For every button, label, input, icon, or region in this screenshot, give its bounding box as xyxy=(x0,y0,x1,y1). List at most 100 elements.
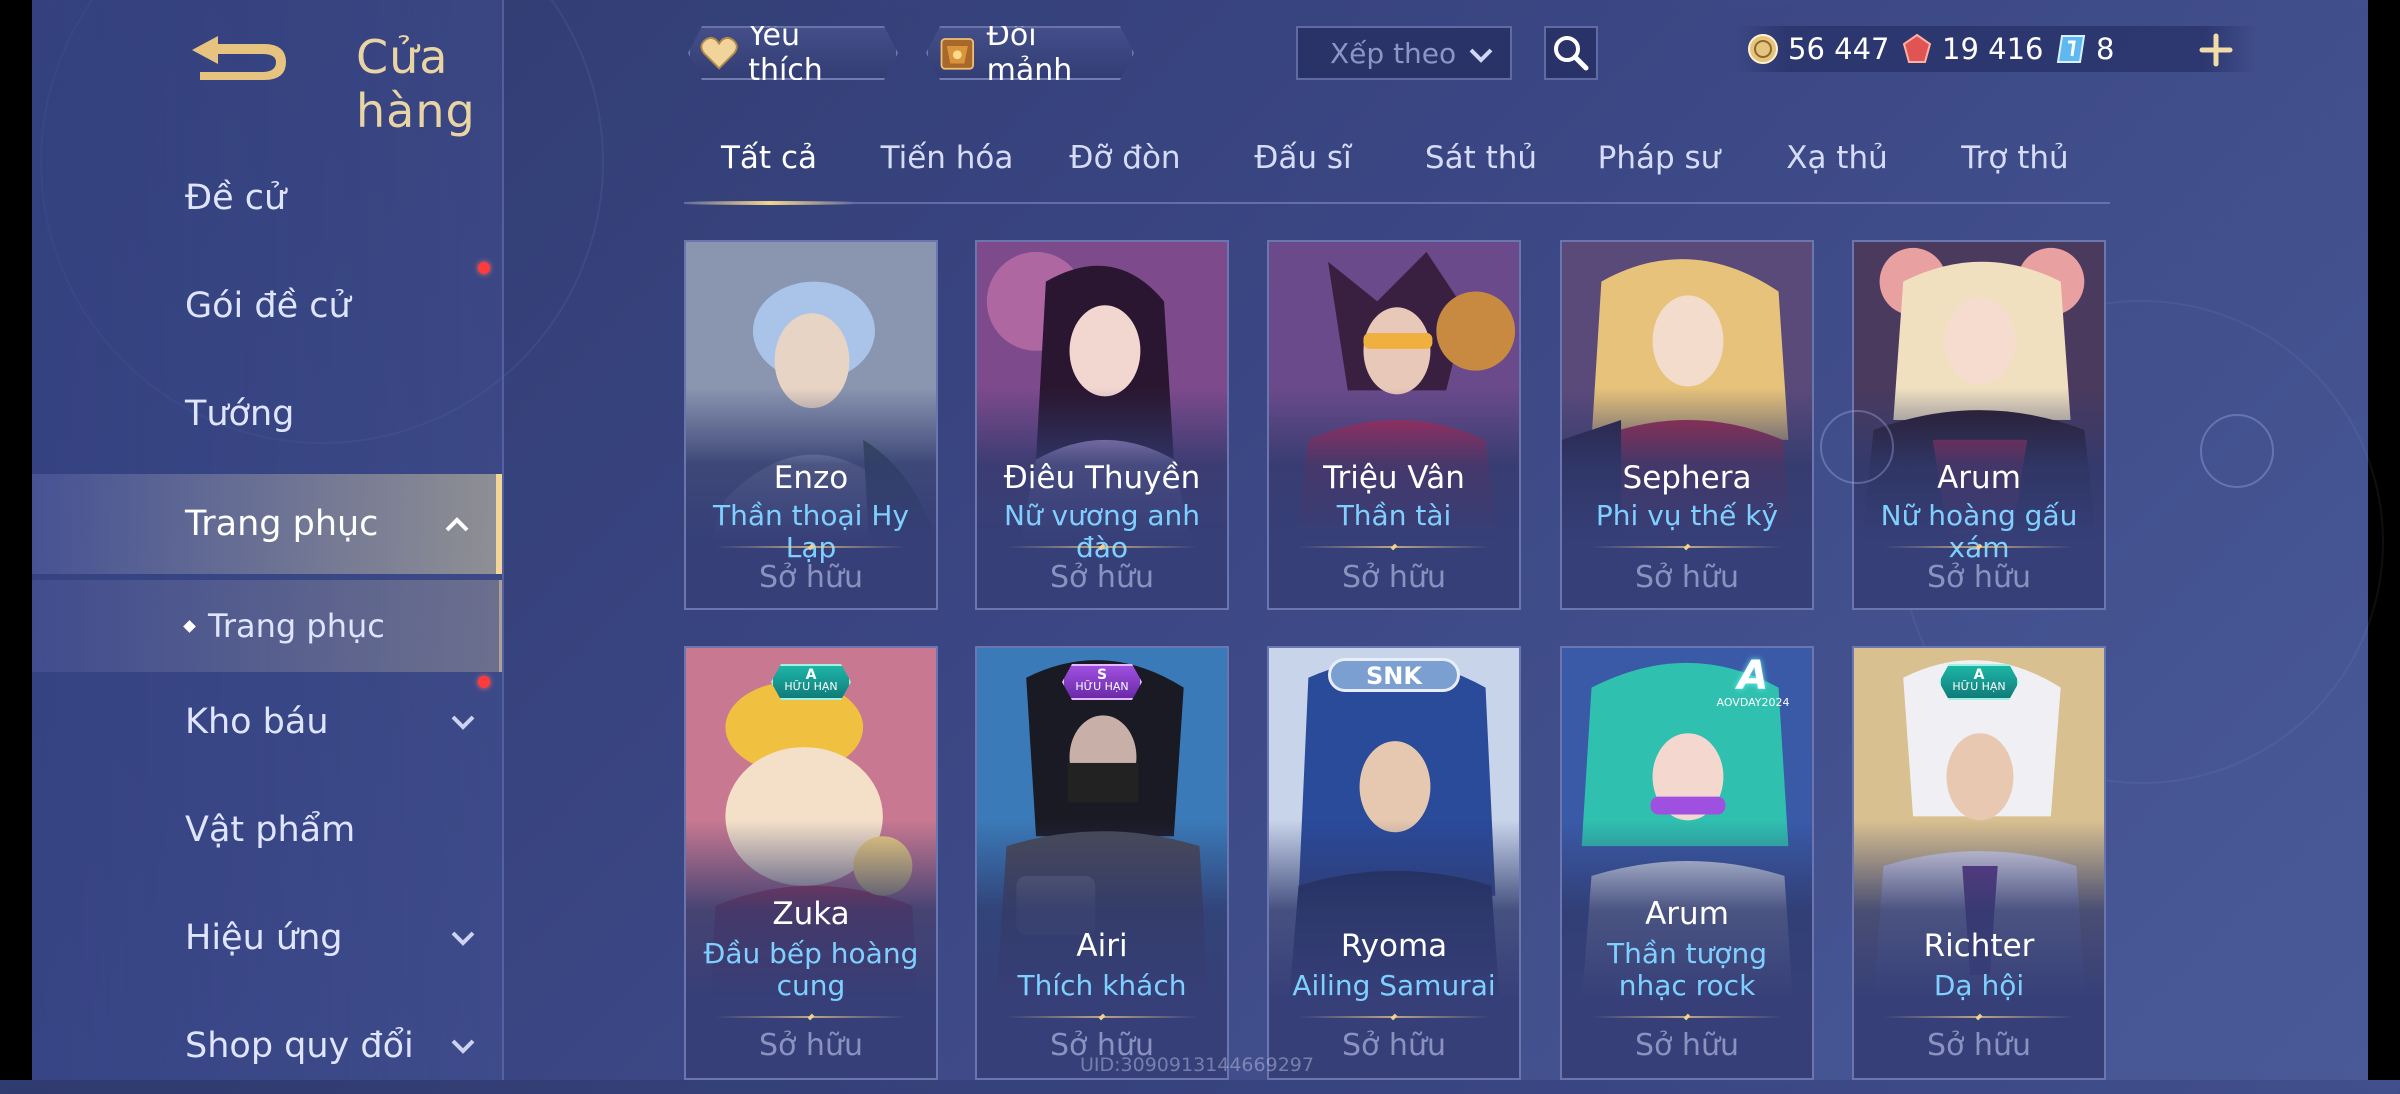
heart-icon xyxy=(700,35,738,71)
limited-edition-badge: A HỮU HẠN xyxy=(1939,664,2019,700)
hero-name: Zuka xyxy=(772,896,850,932)
tab-support[interactable]: Trợ thủ xyxy=(1930,140,2100,176)
owned-status: Sở hữu xyxy=(1635,560,1739,595)
skin-name: Thần tài xyxy=(1336,499,1452,532)
voucher-amount: 8 xyxy=(2096,32,2115,66)
decorative-ring xyxy=(2200,414,2274,488)
skin-card[interactable]: S HỮU HẠN Airi Thích khách Sở hữu xyxy=(975,646,1229,1080)
tab-assassin[interactable]: Sát thủ xyxy=(1396,140,1566,176)
chevron-down-icon xyxy=(1469,48,1493,63)
card-divider xyxy=(716,1016,906,1018)
hero-name: Arum xyxy=(1937,460,2021,496)
gold-amount: 56 447 xyxy=(1788,32,1890,66)
sidebar-item-treasure[interactable]: Kho báu xyxy=(32,674,502,770)
skin-card[interactable]: Sephera Phi vụ thế kỷ Sở hữu xyxy=(1560,240,1814,610)
sidebar-item-label: Đề cử xyxy=(185,178,287,218)
card-divider xyxy=(1884,1016,2074,1018)
favorites-label: Yêu thích xyxy=(748,18,823,88)
sidebar-subitem-skins[interactable]: Trang phục xyxy=(32,580,502,672)
screen-edge-left xyxy=(0,0,32,1080)
tab-all[interactable]: Tất cả xyxy=(684,140,854,176)
card-divider xyxy=(1884,546,2074,548)
owned-status: Sở hữu xyxy=(1927,1028,2031,1063)
gold-coin-icon xyxy=(1748,34,1778,64)
tab-tank[interactable]: Đỡ đòn xyxy=(1040,140,1210,176)
badge-text: HỮU HẠN xyxy=(1952,680,2006,693)
exchange-label: Đổi mảnh xyxy=(986,18,1073,88)
sidebar-item-label: Vật phẩm xyxy=(185,810,356,850)
card-divider xyxy=(1299,546,1489,548)
tab-evolution[interactable]: Tiến hóa xyxy=(862,140,1032,176)
sidebar-item-label: Trang phục xyxy=(185,504,379,544)
tab-label: Pháp sư xyxy=(1597,140,1721,176)
skin-name: Thần thoại Hy Lạp xyxy=(713,499,909,564)
skin-card[interactable]: A HỮU HẠN Zuka Đầu bếp hoàng cung Sở hữu xyxy=(684,646,938,1080)
tab-mage[interactable]: Pháp sư xyxy=(1574,140,1744,176)
owned-status: Sở hữu xyxy=(1050,560,1154,595)
skin-name: Đầu bếp hoàng cung xyxy=(703,937,919,1002)
sidebar-item-items[interactable]: Vật phẩm xyxy=(32,782,502,878)
owned-status: Sở hữu xyxy=(1927,560,2031,595)
sidebar-item-heroes[interactable]: Tướng xyxy=(32,366,502,462)
badge-text: AOVDAY2024 xyxy=(1716,696,1790,709)
sidebar-item-skins[interactable]: Trang phục xyxy=(32,474,502,574)
sidebar-item-label: Hiệu ứng xyxy=(185,918,343,958)
card-divider xyxy=(1299,1016,1489,1018)
tab-label: Sát thủ xyxy=(1424,140,1538,176)
tab-label: Tất cả xyxy=(721,140,817,176)
tab-label: Tiến hóa xyxy=(880,140,1014,176)
search-button[interactable] xyxy=(1544,26,1598,80)
hero-name: Enzo xyxy=(773,460,849,496)
red-gem-icon xyxy=(1902,33,1932,63)
skin-card[interactable]: Enzo Thần thoại Hy Lạp Sở hữu xyxy=(684,240,938,610)
sidebar: Cửa hàng Đề cử Gói đề cử Tướng Trang phụ… xyxy=(32,0,504,1080)
aov-day-badge: A AOVDAY2024 xyxy=(1708,656,1798,716)
skin-card[interactable]: A HỮU HẠN Richter Dạ hội Sở hữu xyxy=(1852,646,2106,1080)
gem-currency: 19 416 xyxy=(1900,26,2043,72)
limited-edition-badge: A HỮU HẠN xyxy=(771,664,851,700)
tab-label: Đấu sĩ xyxy=(1254,140,1352,176)
favorites-button[interactable]: Yêu thích xyxy=(688,26,898,80)
blue-voucher-icon xyxy=(2056,35,2086,63)
back-arrow-icon xyxy=(192,36,286,80)
notification-dot xyxy=(478,676,490,688)
snk-collab-badge: SNK xyxy=(1328,658,1460,692)
skin-card[interactable]: Arum Nữ hoàng gấu xám Sở hữu xyxy=(1852,240,2106,610)
hero-name: Triệu Vân xyxy=(1323,460,1465,496)
notification-dot xyxy=(478,262,490,274)
skin-card[interactable]: Triệu Vân Thần tài Sở hữu xyxy=(1267,240,1521,610)
page-title: Cửa hàng xyxy=(356,30,476,138)
tab-label: Đỡ đòn xyxy=(1069,140,1181,176)
hero-name: Airi xyxy=(1076,928,1128,964)
skin-card[interactable]: A AOVDAY2024 Arum Thần tượng nhạc rock S… xyxy=(1560,646,1814,1080)
card-divider xyxy=(1592,546,1782,548)
skin-name: Nữ hoàng gấu xám xyxy=(1880,499,2078,564)
card-divider xyxy=(716,546,906,548)
fragment-chest-icon xyxy=(938,31,977,75)
skin-name: Dạ hội xyxy=(1933,969,2025,1002)
hero-name: Sephera xyxy=(1622,460,1752,496)
skin-card[interactable]: Điêu Thuyền Nữ vương anh đào Sở hữu xyxy=(975,240,1229,610)
sidebar-item-featured[interactable]: Đề cử xyxy=(32,150,502,246)
voucher-currency: 8 xyxy=(2054,26,2114,72)
back-button[interactable] xyxy=(182,28,302,88)
sort-dropdown[interactable]: Xếp theo xyxy=(1296,26,1512,80)
exchange-fragments-button[interactable]: Đổi mảnh xyxy=(926,26,1134,80)
sidebar-item-label: Trang phục xyxy=(208,607,385,645)
sidebar-item-label: Tướng xyxy=(185,394,295,434)
tab-fighter[interactable]: Đấu sĩ xyxy=(1218,140,1388,176)
card-divider xyxy=(1592,1016,1782,1018)
hero-name: Arum xyxy=(1645,896,1729,932)
chevron-down-icon xyxy=(451,1039,475,1054)
tab-label: Trợ thủ xyxy=(1961,140,2069,176)
badge-text: HỮU HẠN xyxy=(784,680,838,693)
skin-name: Phi vụ thế kỷ xyxy=(1595,499,1779,532)
tab-marksman[interactable]: Xạ thủ xyxy=(1752,140,1922,176)
user-id: UID:3090913144669297 xyxy=(1080,1054,1314,1076)
skin-name: Nữ vương anh đào xyxy=(1003,499,1201,564)
skin-card[interactable]: SNK Ryoma Ailing Samurai Sở hữu xyxy=(1267,646,1521,1080)
sidebar-item-featured-bundles[interactable]: Gói đề cử xyxy=(32,258,502,354)
add-currency-button[interactable] xyxy=(2196,30,2236,70)
sidebar-item-effects[interactable]: Hiệu ứng xyxy=(32,890,502,986)
limited-edition-badge: S HỮU HẠN xyxy=(1062,664,1142,700)
